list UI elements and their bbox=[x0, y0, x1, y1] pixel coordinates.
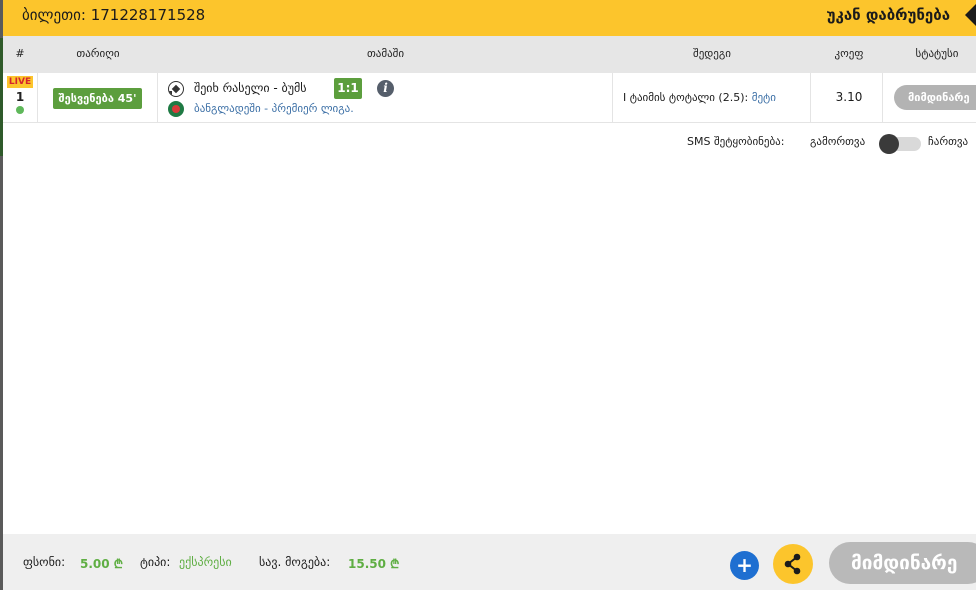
bet-selection: მეტი bbox=[751, 91, 776, 104]
row-number: 1 bbox=[15, 90, 25, 104]
column-header-date: თარიღი bbox=[76, 47, 120, 60]
soccer-ball-icon bbox=[168, 81, 184, 97]
live-status-dot bbox=[16, 106, 24, 114]
back-button[interactable]: უკან დაბრუნება bbox=[827, 6, 950, 24]
sms-on-label[interactable]: ჩართვა bbox=[928, 135, 968, 148]
column-header-odds: კოეფ bbox=[834, 47, 864, 60]
info-icon[interactable]: i bbox=[377, 80, 394, 97]
ticket-status-button[interactable]: მიმდინარე bbox=[829, 542, 976, 584]
bet-type-label: ტიპი: bbox=[140, 555, 171, 569]
share-button[interactable] bbox=[773, 544, 813, 584]
column-header-game: თამაში bbox=[366, 47, 405, 60]
share-icon bbox=[784, 553, 801, 575]
column-divider bbox=[612, 73, 613, 123]
ticket-header: ბილეთი: 171228171528 უკან დაბრუნება bbox=[3, 0, 976, 36]
possible-win-value: 15.50 ₾ bbox=[348, 557, 400, 571]
possible-win-label: სავ. მოგება: bbox=[259, 555, 331, 569]
ticket-footer: ფსონი: 5.00 ₾ ტიპი: ექსპრესი სავ. მოგება… bbox=[3, 534, 976, 590]
bangladesh-flag-icon bbox=[168, 101, 184, 117]
odds-value: 3.10 bbox=[835, 90, 863, 104]
column-header-number: # bbox=[15, 47, 25, 60]
table-row: LIVE 1 შესვენება 45' შეიხ რასელი - ბუმს … bbox=[3, 73, 976, 123]
score-badge: 1:1 bbox=[334, 78, 362, 99]
stake-value: 5.00 ₾ bbox=[80, 557, 124, 571]
column-divider bbox=[157, 73, 158, 123]
column-header-status: სტატუსი bbox=[915, 47, 959, 60]
bet-result: I ტაიმის ტოტალი (2.5): მეტი bbox=[623, 91, 776, 104]
match-name[interactable]: შეიხ რასელი - ბუმს bbox=[194, 81, 307, 95]
row-status-badge: მიმდინარე bbox=[894, 85, 976, 110]
sms-label: SMS შეტყობინება: bbox=[687, 135, 785, 148]
match-time-badge: შესვენება 45' bbox=[53, 88, 142, 109]
ticket-id-label: ბილეთი: 171228171528 bbox=[22, 6, 206, 24]
bet-market-label: I ტაიმის ტოტალი (2.5): bbox=[623, 91, 752, 104]
ticket-detail-view: ბილეთი: 171228171528 უკან დაბრუნება # თა… bbox=[0, 0, 976, 590]
live-badge: LIVE bbox=[7, 76, 33, 88]
back-arrow-icon[interactable] bbox=[965, 4, 976, 26]
league-name: ბანგლადეში - პრემიერ ლიგა. bbox=[194, 102, 354, 115]
column-divider bbox=[37, 73, 38, 123]
column-header-result: შედეგი bbox=[693, 47, 731, 60]
table-header: # თარიღი თამაში შედეგი კოეფ სტატუსი bbox=[3, 36, 976, 73]
sms-toggle-knob[interactable] bbox=[879, 134, 899, 154]
bet-type-value: ექსპრესი bbox=[179, 555, 232, 569]
stake-label: ფსონი: bbox=[23, 555, 66, 569]
sms-off-label[interactable]: გამორთვა bbox=[810, 135, 865, 148]
add-button[interactable]: + bbox=[730, 551, 759, 580]
